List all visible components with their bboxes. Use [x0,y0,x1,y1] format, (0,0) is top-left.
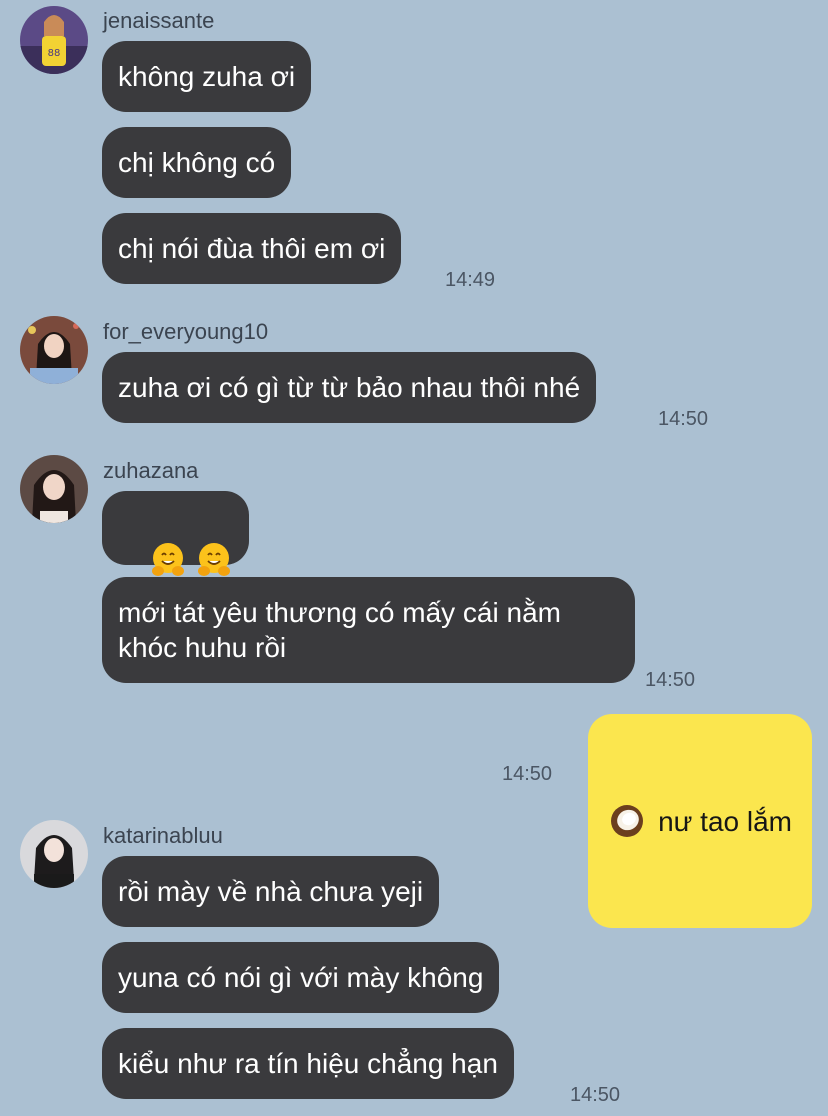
avatar-katarinabluu[interactable] [20,820,88,888]
message-bubble[interactable]: chị không có [102,127,292,198]
svg-text:88: 88 [48,48,61,59]
hugging-face-icon [198,542,231,576]
message-bubble[interactable] [102,491,250,576]
message-bubble[interactable]: zuha ơi có gì từ từ bảo nhau thôi nhé [102,352,597,423]
message-bubble[interactable]: mới tát yêu thương có mấy cái nằm khóc h… [102,577,635,683]
hugging-face-emoji-row [149,541,233,579]
sender-name: jenaissante [103,8,215,33]
message-timestamp: 14:50 [570,1084,621,1106]
hugging-face-icon [152,542,185,576]
message-timestamp: 14:49 [445,269,496,291]
message-bubble[interactable]: kiểu như ra tín hiệu chẳng hạn [102,1028,514,1099]
sender-name: zuhazana [103,458,199,483]
message-bubble[interactable]: yuna có nói gì với mày không [102,942,500,1013]
avatar-jenaissante[interactable]: 88 [20,6,88,74]
sender-name: katarinabluu [103,823,223,848]
my-message-text: nư tao lắm [658,805,792,837]
message-bubble[interactable]: không zuha ơi [102,41,312,112]
message-bubble[interactable]: chị nói đùa thôi em ơi [102,213,402,284]
coconut-icon [611,805,644,837]
sender-name: for_everyoung10 [103,319,269,344]
chat-view[interactable]: 88 jenaissante không zuha ơi chị không c… [0,0,828,1116]
avatar-zuhazana[interactable] [20,455,88,523]
my-message-bubble[interactable]: nư tao lắm [588,714,812,928]
avatar-for-everyoung10[interactable] [20,316,88,384]
message-bubble[interactable]: rồi mày về nhà chưa yeji [102,856,440,927]
message-timestamp: 14:50 [645,669,696,691]
message-timestamp: 14:50 [502,763,553,785]
message-timestamp: 14:50 [658,408,709,430]
